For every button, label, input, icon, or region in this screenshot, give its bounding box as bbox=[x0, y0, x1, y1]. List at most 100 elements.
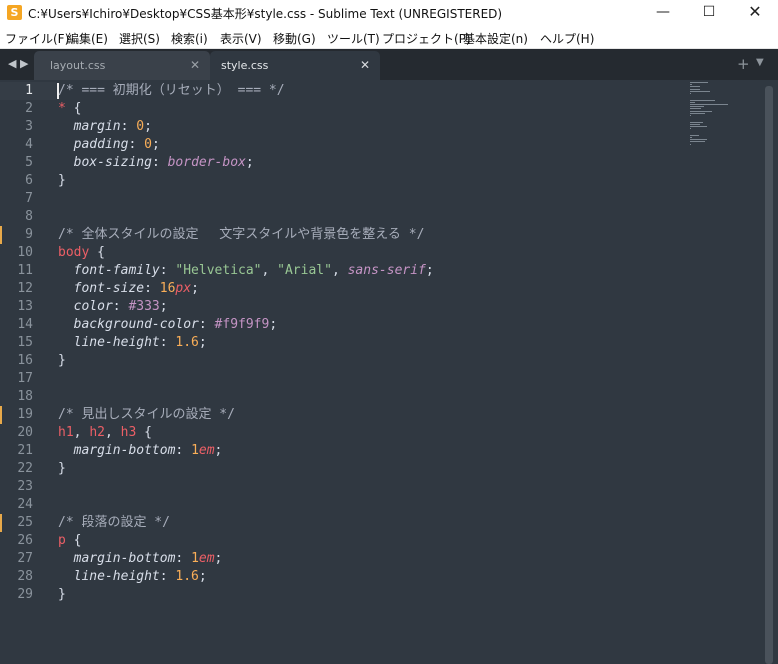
menu-view[interactable]: 表示(V) bbox=[220, 30, 262, 47]
code-token: ; bbox=[191, 281, 199, 296]
line-number: 2 bbox=[25, 101, 33, 116]
minimap-line bbox=[690, 84, 693, 86]
line-number: 25 bbox=[17, 515, 33, 530]
code-line[interactable]: box-sizing: border-box; bbox=[58, 154, 254, 172]
code-token: margin bbox=[73, 119, 121, 134]
code-editor[interactable]: 1 2 3 4 5 6 7 8 9 10 11 12 13 14 15 16 17 18 19 20 21 22 23 24 2… bbox=[0, 80, 778, 664]
maximize-button[interactable]: ☐ bbox=[686, 0, 732, 26]
menu-tools[interactable]: ツール(T) bbox=[327, 30, 380, 47]
menu-preferences[interactable]: 基本設定(n) bbox=[463, 30, 528, 47]
line-number: 16 bbox=[17, 353, 33, 368]
tab-close-icon[interactable]: ✕ bbox=[360, 58, 370, 72]
code-line[interactable]: } bbox=[58, 172, 66, 190]
menu-file[interactable]: ファイル(F) bbox=[5, 30, 69, 47]
line-number: 29 bbox=[17, 587, 33, 602]
line-number: 21 bbox=[17, 443, 33, 458]
code-token: border-box bbox=[167, 155, 246, 170]
modified-line-marker bbox=[0, 406, 2, 424]
minimap-line bbox=[690, 128, 691, 130]
line-number: 14 bbox=[17, 317, 33, 332]
minimap-line bbox=[690, 134, 699, 136]
code-line[interactable]: margin-bottom: 1em; bbox=[58, 550, 223, 568]
vertical-scrollbar[interactable] bbox=[765, 86, 773, 664]
code-token: 1.6 bbox=[175, 569, 199, 584]
code-token: "Arial" bbox=[277, 263, 332, 278]
new-tab-plus-icon[interactable]: + bbox=[737, 55, 750, 73]
code-token: h1 bbox=[58, 425, 74, 440]
code-line[interactable]: /* === 初期化（リセット） === */ bbox=[58, 82, 285, 100]
code-token: : bbox=[144, 281, 160, 296]
line-number: 26 bbox=[17, 533, 33, 548]
menu-goto[interactable]: 移動(G) bbox=[273, 30, 316, 47]
code-token: 16 bbox=[159, 281, 176, 296]
tab-list-caret-icon[interactable]: ▼ bbox=[756, 57, 764, 68]
code-line[interactable]: body { bbox=[58, 244, 105, 262]
minimize-button[interactable]: — bbox=[640, 0, 686, 26]
minimap-line bbox=[690, 99, 715, 101]
code-token: ; bbox=[198, 569, 207, 584]
scrollbar-thumb[interactable] bbox=[765, 86, 773, 664]
menu-help[interactable]: ヘルプ(H) bbox=[540, 30, 594, 47]
code-token: /* 段落の設定 */ bbox=[58, 515, 170, 530]
code-line[interactable]: margin: 0; bbox=[58, 118, 152, 136]
menu-selection[interactable]: 選択(S) bbox=[119, 30, 160, 47]
code-token: , bbox=[331, 263, 348, 278]
code-token: font-size bbox=[73, 281, 145, 296]
menu-edit[interactable]: 編集(E) bbox=[67, 30, 108, 47]
tab-style-css[interactable]: style.css ✕ bbox=[210, 51, 380, 80]
code-token: f9f9f9 bbox=[222, 317, 270, 332]
code-line[interactable]: /* 全体スタイルの設定 文字スタイルや背景色を整える */ bbox=[58, 226, 424, 244]
code-line[interactable]: } bbox=[58, 460, 66, 478]
sublime-app-icon: S bbox=[7, 5, 22, 20]
code-token: : bbox=[159, 569, 176, 584]
code-token: /* === 初期化（リセット） === */ bbox=[58, 83, 285, 98]
code-token: { bbox=[97, 245, 105, 260]
code-line[interactable]: padding: 0; bbox=[58, 136, 160, 154]
code-line[interactable]: color: #333; bbox=[58, 298, 168, 316]
code-token: ; bbox=[159, 299, 168, 314]
code-line[interactable]: background-color: #f9f9f9; bbox=[58, 316, 278, 334]
line-number: 1 bbox=[25, 83, 33, 98]
code-token: h2 bbox=[89, 425, 105, 440]
code-token: ; bbox=[245, 155, 254, 170]
code-line[interactable]: /* 段落の設定 */ bbox=[58, 514, 170, 532]
code-line[interactable]: line-height: 1.6; bbox=[58, 568, 207, 586]
code-token: ; bbox=[198, 335, 207, 350]
tab-nav-left-icon[interactable]: ◀ bbox=[8, 57, 16, 70]
code-token: } bbox=[58, 353, 66, 368]
menu-find[interactable]: 検索(i) bbox=[171, 30, 208, 47]
code-line[interactable]: } bbox=[58, 586, 66, 604]
code-token: h3 bbox=[120, 425, 145, 440]
tab-layout-css[interactable]: layout.css ✕ bbox=[34, 51, 210, 80]
code-line[interactable]: } bbox=[58, 352, 66, 370]
code-line[interactable]: h1, h2, h3 { bbox=[58, 424, 152, 442]
tab-close-icon[interactable]: ✕ bbox=[190, 58, 200, 72]
line-number: 13 bbox=[17, 299, 33, 314]
code-token: "Helvetica" bbox=[175, 263, 262, 278]
line-number: 12 bbox=[17, 281, 33, 296]
code-line[interactable]: margin-bottom: 1em; bbox=[58, 442, 223, 460]
code-line[interactable]: * { bbox=[58, 100, 81, 118]
minimap-line bbox=[690, 101, 695, 103]
minimap-line bbox=[690, 141, 706, 143]
code-token: font-family bbox=[73, 263, 160, 278]
minimap-line bbox=[690, 112, 706, 114]
minimap-line bbox=[690, 143, 691, 145]
code-token: /* 見出しスタイルの設定 */ bbox=[58, 407, 235, 422]
code-token: , bbox=[261, 263, 278, 278]
close-window-button[interactable]: ✕ bbox=[732, 0, 778, 26]
code-line[interactable]: /* 見出しスタイルの設定 */ bbox=[58, 406, 235, 424]
minimap[interactable] bbox=[690, 80, 740, 150]
minimap-line bbox=[690, 108, 702, 110]
code-token: : bbox=[175, 551, 192, 566]
code-line[interactable]: p { bbox=[58, 532, 81, 550]
code-line[interactable]: line-height: 1.6; bbox=[58, 334, 207, 352]
code-line[interactable]: font-size: 16px; bbox=[58, 280, 199, 298]
minimap-line bbox=[690, 88, 701, 90]
menu-project[interactable]: プロジェクト(P) bbox=[382, 30, 471, 47]
code-line[interactable]: font-family: "Helvetica", "Arial", sans-… bbox=[58, 262, 434, 280]
line-number: 15 bbox=[17, 335, 33, 350]
tab-nav-right-icon[interactable]: ▶ bbox=[20, 57, 28, 70]
